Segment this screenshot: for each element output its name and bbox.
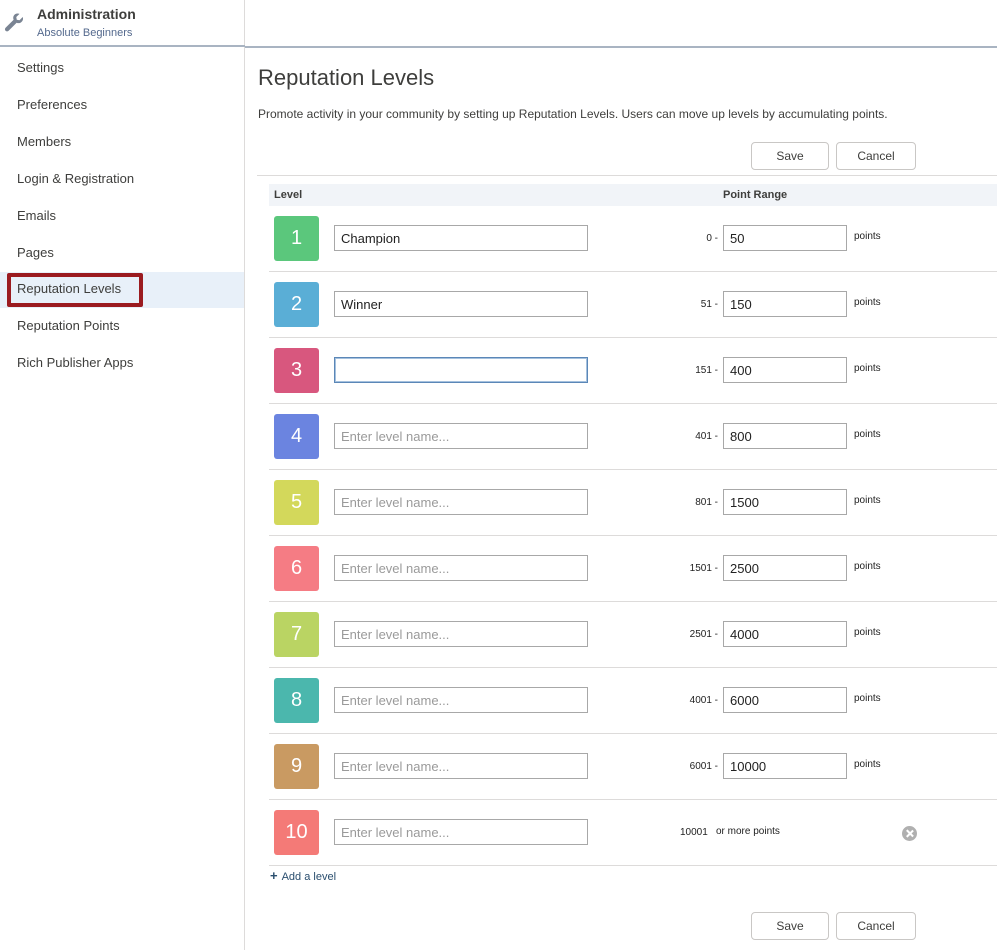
level-name-input[interactable] <box>334 423 588 449</box>
range-start: 401 - <box>695 431 718 442</box>
sidebar-item-emails[interactable]: Emails <box>0 198 244 235</box>
save-button-bottom[interactable]: Save <box>751 912 829 940</box>
level-badge: 3 <box>274 348 319 393</box>
level-name-input[interactable] <box>334 819 588 845</box>
points-label: points <box>854 429 881 440</box>
sidebar-item-members[interactable]: Members <box>0 124 244 161</box>
main-content: Reputation Levels Promote activity in yo… <box>245 48 997 950</box>
points-label: points <box>854 231 881 242</box>
remove-level-icon[interactable] <box>902 826 917 841</box>
sidebar-item-label: Members <box>17 134 72 149</box>
range-end-input[interactable] <box>723 357 847 383</box>
table-row: 6 1501 - points <box>269 536 997 602</box>
sidebar-item-label: Emails <box>17 208 57 223</box>
sidebar-item-reputation-levels[interactable]: Reputation Levels <box>0 272 244 308</box>
table-row: 9 6001 - points <box>269 734 997 800</box>
sidebar-item-label: Login & Registration <box>17 171 135 186</box>
level-badge: 7 <box>274 612 319 657</box>
sidebar-item-label: Reputation Levels <box>17 281 122 296</box>
points-label: points <box>854 627 881 638</box>
sidebar-item-settings[interactable]: Settings <box>0 50 244 87</box>
table-row: 1 0 - points <box>269 206 997 272</box>
cancel-button[interactable]: Cancel <box>836 142 916 170</box>
range-end-input[interactable] <box>723 489 847 515</box>
range-end-input[interactable] <box>723 291 847 317</box>
level-name-input[interactable] <box>334 225 588 251</box>
range-end-input[interactable] <box>723 225 847 251</box>
cancel-button-bottom[interactable]: Cancel <box>836 912 916 940</box>
sidebar-item-label: Rich Publisher Apps <box>17 355 134 370</box>
page-description: Promote activity in your community by se… <box>258 107 888 121</box>
range-end-input[interactable] <box>723 687 847 713</box>
page-title: Reputation Levels <box>258 65 435 90</box>
points-label: points <box>854 759 881 770</box>
points-label: points <box>854 495 881 506</box>
sidebar-title: Administration <box>37 6 136 22</box>
range-end-input[interactable] <box>723 753 847 779</box>
level-name-input[interactable] <box>334 687 588 713</box>
level-badge: 1 <box>274 216 319 261</box>
range-start: 801 - <box>695 497 718 508</box>
sidebar-item-login-registration[interactable]: Login & Registration <box>0 161 244 198</box>
sidebar-item-preferences[interactable]: Preferences <box>0 87 244 124</box>
range-start: 10001 <box>680 827 708 838</box>
sidebar-item-reputation-points[interactable]: Reputation Points <box>0 308 244 345</box>
sidebar-nav: Settings Preferences Members Login & Reg… <box>0 50 244 382</box>
sidebar-item-label: Settings <box>17 60 64 75</box>
range-end-input[interactable] <box>723 555 847 581</box>
table-row: 4 401 - points <box>269 404 997 470</box>
level-name-input[interactable] <box>334 291 588 317</box>
range-end-input[interactable] <box>723 621 847 647</box>
points-label: points <box>854 363 881 374</box>
save-button[interactable]: Save <box>751 142 829 170</box>
level-name-input[interactable] <box>334 753 588 779</box>
level-name-input[interactable] <box>334 357 588 383</box>
sidebar: Administration Absolute Beginners Settin… <box>0 0 245 950</box>
sidebar-header: Administration Absolute Beginners <box>0 0 245 47</box>
divider <box>257 175 997 176</box>
level-badge: 6 <box>274 546 319 591</box>
points-label: points <box>854 297 881 308</box>
sidebar-item-pages[interactable]: Pages <box>0 235 244 272</box>
table-header: Level Point Range <box>269 184 997 206</box>
column-header-level: Level <box>274 189 303 201</box>
or-more-points-label: or more points <box>716 826 780 837</box>
level-badge: 4 <box>274 414 319 459</box>
table-row: 5 801 - points <box>269 470 997 536</box>
sidebar-item-label: Reputation Points <box>17 318 120 333</box>
range-start: 1501 - <box>689 563 718 574</box>
sidebar-item-label: Pages <box>17 245 54 260</box>
level-name-input[interactable] <box>334 489 588 515</box>
add-level-label: Add a level <box>281 871 337 883</box>
column-header-point-range: Point Range <box>723 189 788 201</box>
range-end-input[interactable] <box>723 423 847 449</box>
plus-icon: + <box>270 868 278 883</box>
level-name-input[interactable] <box>334 555 588 581</box>
points-label: points <box>854 561 881 572</box>
wrench-icon <box>4 13 24 32</box>
table-row: 10 10001 or more points <box>269 800 997 866</box>
level-badge: 5 <box>274 480 319 525</box>
range-start: 0 - <box>706 233 718 244</box>
table-row: 2 51 - points <box>269 272 997 338</box>
range-start: 51 - <box>700 299 718 310</box>
add-level-link[interactable]: + Add a level <box>270 868 336 883</box>
range-start: 151 - <box>695 365 718 376</box>
table-row: 3 151 - points <box>269 338 997 404</box>
range-start: 2501 - <box>689 629 718 640</box>
range-start: 4001 - <box>689 695 718 706</box>
sidebar-item-rich-publisher-apps[interactable]: Rich Publisher Apps <box>0 345 244 382</box>
level-badge: 9 <box>274 744 319 789</box>
levels-table: 1 0 - points 2 51 - points 3 151 - point… <box>269 206 997 866</box>
level-badge: 8 <box>274 678 319 723</box>
level-name-input[interactable] <box>334 621 588 647</box>
table-row: 7 2501 - points <box>269 602 997 668</box>
points-label: points <box>854 693 881 704</box>
sidebar-subtitle: Absolute Beginners <box>37 27 133 39</box>
table-row: 8 4001 - points <box>269 668 997 734</box>
sidebar-item-label: Preferences <box>17 97 88 112</box>
level-badge: 10 <box>274 810 319 855</box>
range-start: 6001 - <box>689 761 718 772</box>
level-badge: 2 <box>274 282 319 327</box>
